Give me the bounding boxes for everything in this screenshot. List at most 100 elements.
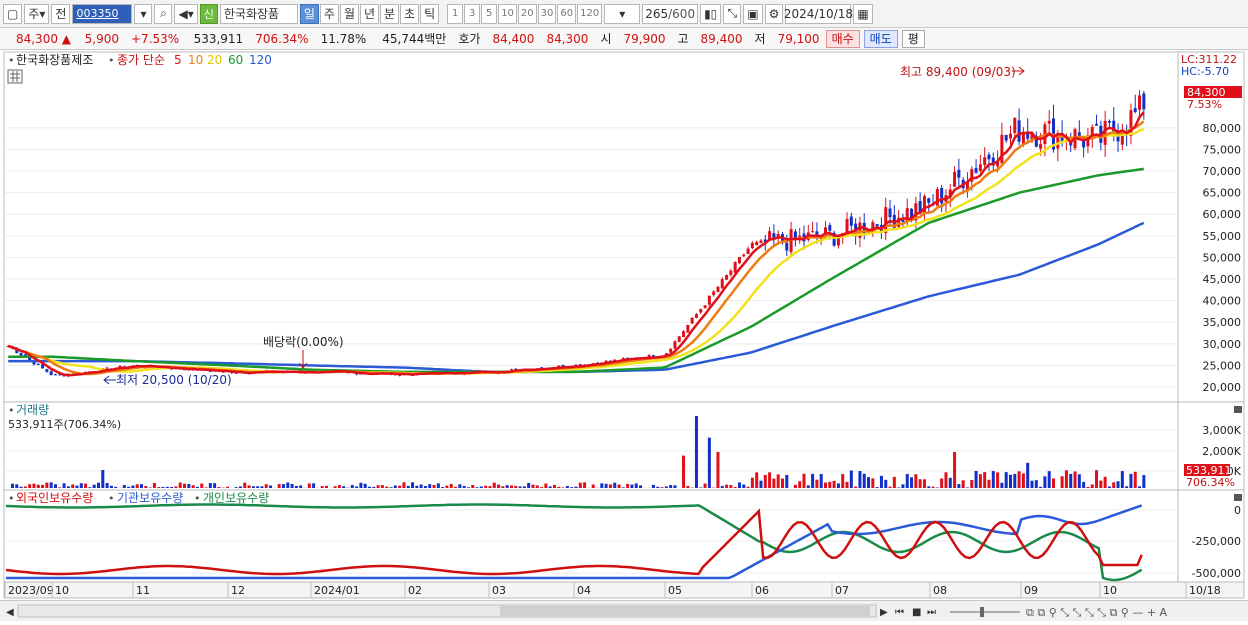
interval-tab-20[interactable]: 20 bbox=[518, 4, 537, 24]
candle-body bbox=[725, 275, 728, 280]
volume-bar bbox=[613, 483, 616, 488]
volume-bar bbox=[833, 481, 836, 488]
scroll-thumb[interactable] bbox=[500, 606, 870, 616]
market-select[interactable]: 주▾ bbox=[24, 4, 49, 24]
sell-button[interactable]: 매도 bbox=[864, 30, 898, 48]
volume-bar bbox=[506, 485, 509, 488]
holding-panel-close-icon[interactable] bbox=[1234, 494, 1242, 501]
gear-icon[interactable]: ⚙ bbox=[765, 4, 784, 24]
candle-body bbox=[755, 242, 758, 245]
interval-tab-60[interactable]: 60 bbox=[557, 4, 576, 24]
volume-bar bbox=[566, 486, 569, 488]
open-price: 79,900 bbox=[617, 32, 671, 46]
volume-bar bbox=[433, 485, 436, 488]
volume-panel bbox=[4, 402, 1178, 490]
candle-body bbox=[708, 296, 711, 305]
stock-code-input[interactable]: 003350 bbox=[72, 4, 132, 24]
volume-bar bbox=[630, 485, 633, 488]
rewind-icon[interactable]: ⏮ bbox=[895, 607, 904, 618]
period-tab-1[interactable]: 주 bbox=[320, 4, 339, 24]
window-icon[interactable]: ▢ bbox=[3, 4, 22, 24]
volume-bar bbox=[11, 484, 14, 488]
legend-stock-name: 한국화장품제조 bbox=[16, 53, 93, 67]
volume-bar bbox=[609, 484, 612, 488]
turnover: 11.78% bbox=[315, 32, 373, 46]
interval-tab-30[interactable]: 30 bbox=[538, 4, 557, 24]
period-tab-4[interactable]: 분 bbox=[380, 4, 399, 24]
volume-bar bbox=[441, 487, 444, 488]
period-tab-2[interactable]: 월 bbox=[340, 4, 359, 24]
price-y-tick: 75,000 bbox=[1203, 143, 1242, 156]
interval-tab-5[interactable]: 5 bbox=[481, 4, 497, 24]
x-tick-label: 10 bbox=[55, 584, 69, 597]
period-tab-5[interactable]: 초 bbox=[400, 4, 419, 24]
volume-bar bbox=[858, 471, 861, 488]
forward-icon[interactable]: ⏭ bbox=[927, 607, 936, 618]
volume-bar bbox=[157, 487, 160, 488]
buy-button[interactable]: 매수 bbox=[826, 30, 860, 48]
interval-tab-120[interactable]: 120 bbox=[577, 4, 602, 24]
eval-button[interactable]: 평 bbox=[902, 30, 925, 48]
low-price: 79,100 bbox=[772, 32, 826, 46]
volume-bar bbox=[919, 479, 922, 488]
volume-bar bbox=[811, 474, 814, 488]
trade-amount: 45,744백만 bbox=[372, 30, 452, 47]
draw-icon[interactable]: ⤡ bbox=[723, 4, 741, 24]
volume-bar bbox=[226, 487, 229, 488]
volume-bar bbox=[661, 487, 664, 488]
table-view-icon[interactable] bbox=[8, 70, 22, 83]
volume-bar bbox=[381, 485, 384, 488]
period-tab-3[interactable]: 년 bbox=[360, 4, 379, 24]
interval-custom-select[interactable]: ▾ bbox=[604, 4, 640, 24]
chart-area[interactable]: 80,00075,00070,00065,00060,00055,00050,0… bbox=[0, 50, 1248, 621]
tool-icons[interactable]: ⧉ ⧉ ⚲ ⤡ ⤡ ⤡ ⤡ ⧉ ⚲ — + A bbox=[1026, 606, 1168, 619]
volume-bar bbox=[1112, 482, 1115, 488]
prev-button[interactable]: 전 bbox=[51, 4, 70, 24]
calendar-icon[interactable]: ▦ bbox=[853, 4, 872, 24]
scroll-right-icon[interactable]: ▶ bbox=[880, 607, 888, 618]
dividend-annotation: 배당락(0.00%) bbox=[263, 335, 344, 349]
volume-bar bbox=[217, 487, 220, 488]
interval-tab-1[interactable]: 1 bbox=[447, 4, 463, 24]
code-dropdown-icon[interactable]: ▾ bbox=[134, 4, 152, 24]
ask-price: 84,400 bbox=[486, 32, 540, 46]
x-tick-label: 10/18 bbox=[1189, 584, 1221, 597]
candle-body bbox=[37, 364, 40, 365]
period-tab-6[interactable]: 틱 bbox=[420, 4, 439, 24]
volume-bar bbox=[820, 474, 823, 488]
volume-bar bbox=[562, 487, 565, 488]
volume-bar bbox=[1099, 481, 1102, 488]
volume-bar bbox=[841, 474, 844, 488]
candle-body bbox=[1134, 108, 1137, 112]
volume-bar bbox=[583, 482, 586, 488]
count-field[interactable]: 265/600 bbox=[642, 4, 698, 24]
volume-bar bbox=[1009, 475, 1012, 488]
volume-current-pct: 706.34% bbox=[1186, 476, 1235, 489]
save-icon[interactable]: ▣ bbox=[743, 4, 762, 24]
candle-icon[interactable]: ▮▯ bbox=[700, 4, 721, 24]
scroll-left-icon[interactable]: ◀ bbox=[6, 607, 14, 618]
scroll-bar[interactable]: ◀ ▶ ⏮ ■ ⏭ ⧉ ⧉ ⚲ ⤡ ⤡ ⤡ ⤡ ⧉ ⚲ — + A bbox=[0, 600, 1248, 621]
volume-bar bbox=[213, 483, 216, 488]
candle-body bbox=[695, 314, 698, 318]
volume-bar bbox=[278, 484, 281, 488]
interval-tab-3[interactable]: 3 bbox=[464, 4, 480, 24]
interval-tab-10[interactable]: 10 bbox=[498, 4, 517, 24]
search-icon[interactable]: ⌕ bbox=[154, 4, 172, 24]
high-annotation: 최고 89,400 (09/03) bbox=[900, 65, 1016, 79]
candle-body bbox=[889, 208, 892, 217]
volume-bar bbox=[58, 487, 61, 488]
speaker-icon[interactable]: ◀▾ bbox=[174, 4, 197, 24]
zoom-slider-handle[interactable] bbox=[980, 607, 984, 617]
volume-bar bbox=[41, 485, 44, 488]
volume-bar bbox=[729, 485, 732, 488]
volume-bar bbox=[312, 483, 315, 488]
date-field[interactable]: 2024/10/18 bbox=[785, 4, 851, 24]
volume-bar bbox=[880, 476, 883, 488]
volume-bar bbox=[308, 483, 311, 488]
volume-panel-close-icon[interactable] bbox=[1234, 406, 1242, 413]
period-tab-0[interactable]: 일 bbox=[300, 4, 319, 24]
volume-bar bbox=[67, 486, 70, 488]
legend-individual: 개인보유수량 bbox=[203, 491, 269, 505]
stop-icon[interactable]: ■ bbox=[912, 607, 921, 618]
